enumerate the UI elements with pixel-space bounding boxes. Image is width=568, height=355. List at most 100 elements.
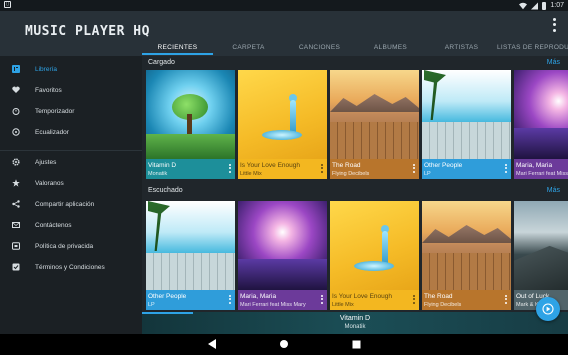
album-card[interactable]: Is Your Love Enough Little Mix xyxy=(330,201,419,310)
card-title: Is Your Love Enough xyxy=(332,293,392,300)
sidebar-item-favoritos[interactable]: Favoritos xyxy=(0,80,142,100)
sidebar-item-label: Ajustes xyxy=(35,158,57,166)
album-art xyxy=(330,70,419,159)
sidebar-item-contactenos[interactable]: Contáctenos xyxy=(0,215,142,235)
card-info: The Road Flying Decibels xyxy=(330,159,419,179)
main-content: Cargado Más Vitamin D Monatik Is Your Lo… xyxy=(142,56,568,312)
sidebar-item-temporizador[interactable]: Temporizador xyxy=(0,101,142,121)
card-title: Other People xyxy=(148,293,187,300)
album-card[interactable]: The Road Flying Decibels xyxy=(422,201,511,310)
more-options-icon[interactable] xyxy=(228,163,232,174)
home-icon[interactable] xyxy=(279,339,289,349)
card-artist: Mari Ferrari feat Miss Mary xyxy=(516,171,568,177)
status-icons: 1:07 xyxy=(519,1,564,10)
card-info: The Road Flying Decibels xyxy=(422,290,511,310)
album-art xyxy=(238,70,327,159)
more-options-icon[interactable] xyxy=(412,294,416,305)
status-bar: ▯ 1:07 xyxy=(0,0,568,11)
sidebar-item-terminos[interactable]: Términos y Condiciones xyxy=(0,257,142,277)
battery-icon xyxy=(542,1,547,10)
sidebar-item-label: Compartir aplicación xyxy=(35,200,95,208)
album-card[interactable]: Is Your Love Enough Little Mix xyxy=(238,70,327,179)
wifi-icon xyxy=(519,2,528,9)
more-options-icon[interactable] xyxy=(412,163,416,174)
app-root: ▯ 1:07 MUSIC PLAYER HQ RECIENTES CARPETA… xyxy=(0,0,568,355)
sidebar-item-label: Librería xyxy=(35,65,58,73)
sidebar-item-privacidad[interactable]: Política de privacida xyxy=(0,236,142,256)
section-title-escuchado: Escuchado xyxy=(148,187,183,194)
share-icon xyxy=(12,200,20,208)
tab-listas[interactable]: LISTAS DE REPRODUCCI xyxy=(497,39,568,56)
more-link-escuchado[interactable]: Más xyxy=(547,187,560,194)
card-title: Vitamin D xyxy=(148,162,177,169)
card-info: Maria, Maria Mari Ferrari feat Miss Mary xyxy=(514,159,568,179)
card-title: Other People xyxy=(424,162,463,169)
album-card[interactable]: Maria, Maria Mari Ferrari feat Miss Mary xyxy=(514,70,568,179)
tab-carpeta[interactable]: CARPETA xyxy=(213,39,284,56)
tab-artistas[interactable]: ARTISTAS xyxy=(426,39,497,56)
section-title-cargado: Cargado xyxy=(148,59,175,66)
card-info: Maria, Maria Mari Ferrari feat Miss Mary xyxy=(238,290,327,310)
album-card[interactable]: Maria, Maria Mari Ferrari feat Miss Mary xyxy=(238,201,327,310)
sidebar: Librería Favoritos Temporizador Ecualiza… xyxy=(0,56,142,334)
album-card[interactable]: The Road Flying Decibels xyxy=(330,70,419,179)
playback-progress[interactable] xyxy=(142,312,194,314)
card-artist: Monatik xyxy=(148,171,168,177)
album-card[interactable]: Other People LP xyxy=(422,70,511,179)
album-card[interactable]: Vitamin D Monatik xyxy=(146,70,235,179)
recents-icon[interactable] xyxy=(351,339,361,349)
more-options-icon[interactable] xyxy=(504,294,508,305)
more-options-icon[interactable] xyxy=(320,294,324,305)
more-options-icon[interactable] xyxy=(504,163,508,174)
sidebar-item-libreria[interactable]: Librería xyxy=(0,59,142,79)
card-title: Maria, Maria xyxy=(516,162,553,169)
sidebar-item-compartir[interactable]: Compartir aplicación xyxy=(0,194,142,214)
album-art xyxy=(146,201,235,290)
card-artist: Mari Ferrari feat Miss Mary xyxy=(240,302,306,308)
mail-icon xyxy=(12,221,20,229)
sidebar-item-ajustes[interactable]: Ajustes xyxy=(0,152,142,172)
album-card[interactable]: Out of Luck Mark & Kev xyxy=(514,201,568,310)
card-artist: LP xyxy=(148,302,155,308)
heart-icon xyxy=(12,86,20,94)
sidebar-item-label: Temporizador xyxy=(35,107,75,115)
album-card[interactable]: Other People LP xyxy=(146,201,235,310)
card-info: Is Your Love Enough Little Mix xyxy=(330,290,419,310)
tab-canciones[interactable]: CANCIONES xyxy=(284,39,355,56)
album-art xyxy=(238,201,327,290)
album-art xyxy=(514,70,568,159)
library-icon xyxy=(12,65,20,73)
tab-albumes[interactable]: ALBUMES xyxy=(355,39,426,56)
card-info: Is Your Love Enough Little Mix xyxy=(238,159,327,179)
album-art xyxy=(422,70,511,159)
sidebar-item-valoranos[interactable]: Valoranos xyxy=(0,173,142,193)
album-art xyxy=(330,201,419,290)
now-playing-bar[interactable]: Vitamin D Monatik xyxy=(142,312,568,334)
card-artist: Flying Decibels xyxy=(424,302,462,308)
card-info: Other People LP xyxy=(146,290,235,310)
back-icon[interactable] xyxy=(207,339,217,349)
card-info: Vitamin D Monatik xyxy=(146,159,235,179)
more-link-cargado[interactable]: Más xyxy=(547,59,560,66)
sidebar-item-ecualizador[interactable]: Ecualizador xyxy=(0,122,142,142)
checkbox-icon xyxy=(12,263,20,271)
play-button[interactable] xyxy=(536,297,560,321)
overflow-menu-icon[interactable] xyxy=(548,17,560,33)
album-art xyxy=(422,201,511,290)
card-artist: LP xyxy=(424,171,431,177)
card-info: Other People LP xyxy=(422,159,511,179)
more-options-icon[interactable] xyxy=(320,163,324,174)
more-options-icon[interactable] xyxy=(228,294,232,305)
card-title: Is Your Love Enough xyxy=(240,162,300,169)
card-artist: Flying Decibels xyxy=(332,171,370,177)
star-icon xyxy=(12,179,20,187)
album-art xyxy=(146,70,235,159)
sidebar-item-label: Ecualizador xyxy=(35,128,69,136)
card-title: Maria, Maria xyxy=(240,293,277,300)
card-artist: Little Mix xyxy=(240,171,262,177)
system-nav-bar xyxy=(0,334,568,355)
sidebar-item-label: Favoritos xyxy=(35,86,62,94)
equalizer-icon xyxy=(12,128,20,136)
notification-icon: ▯ xyxy=(4,1,11,8)
app-title: MUSIC PLAYER HQ xyxy=(25,24,150,39)
